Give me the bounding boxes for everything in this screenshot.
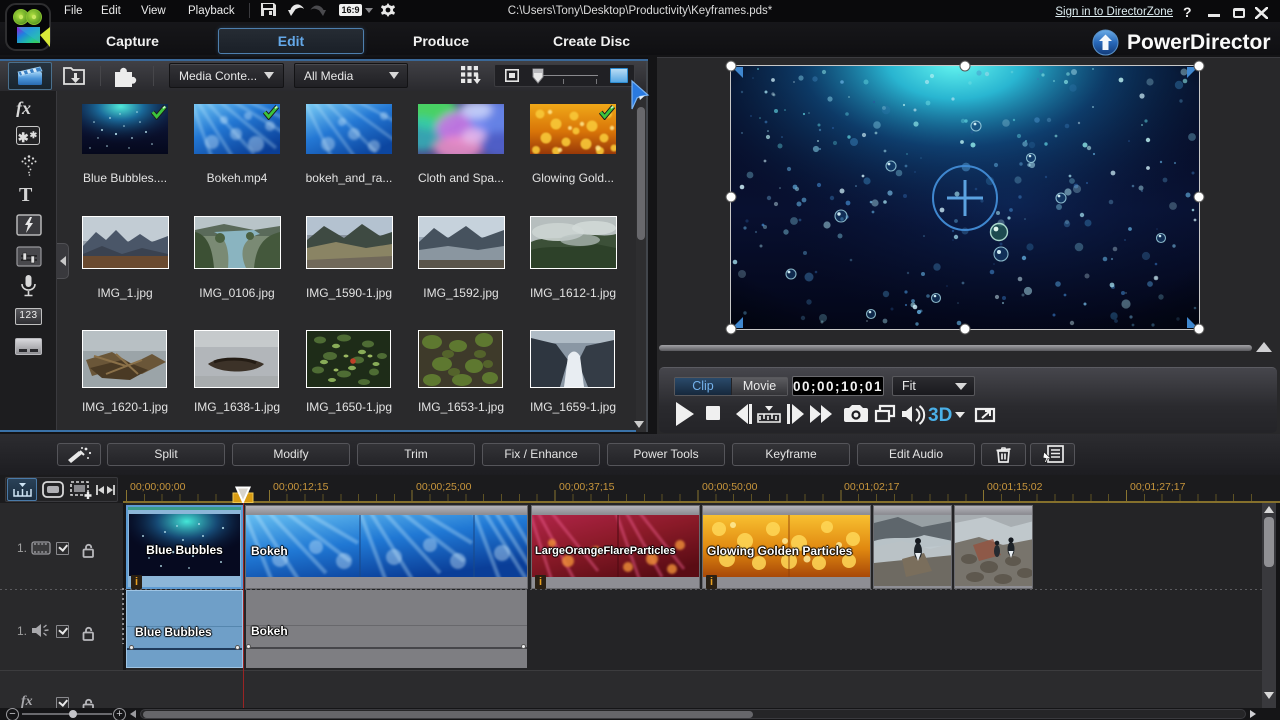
- svg-text:3D: 3D: [928, 405, 952, 426]
- svg-text:fx: fx: [16, 99, 31, 117]
